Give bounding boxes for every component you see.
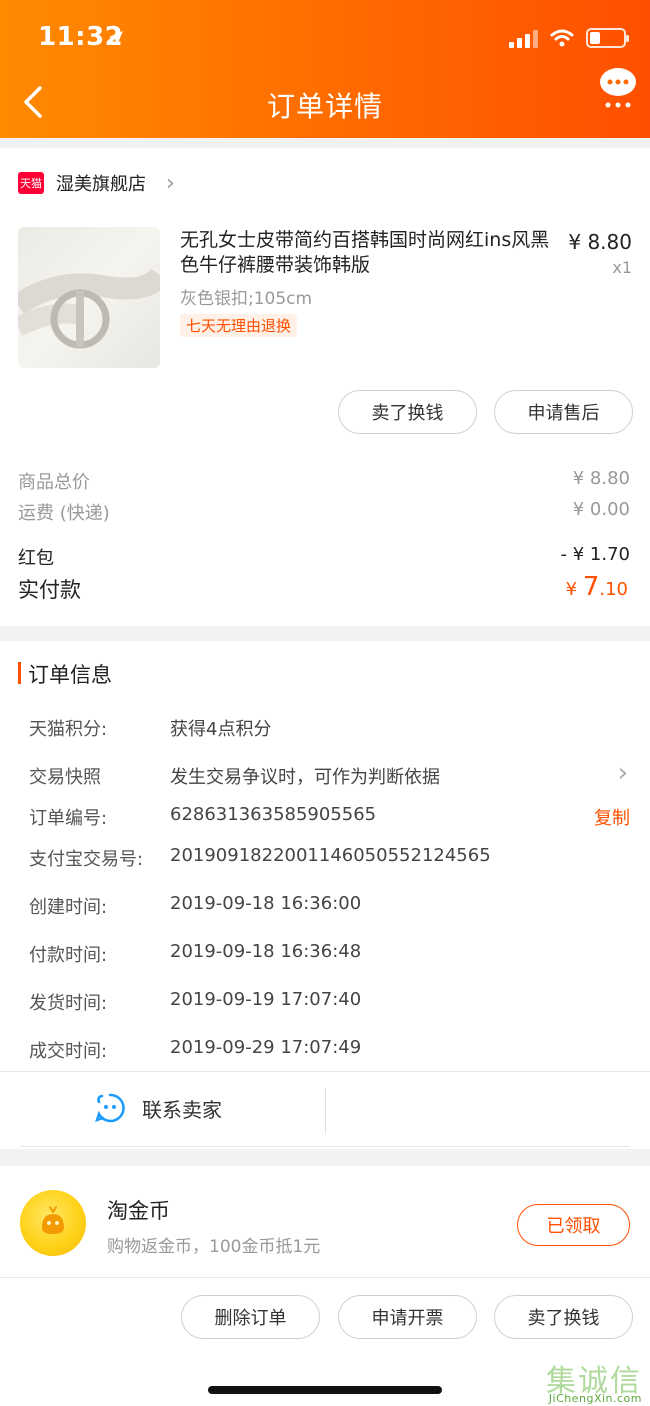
store-name: 湿美旗舰店 bbox=[56, 174, 146, 195]
wifi-icon bbox=[550, 29, 574, 47]
completed-time-value: 2019-09-29 17:07:49 bbox=[170, 1037, 362, 1058]
section-accent-bar bbox=[18, 662, 21, 684]
points-value: 获得4点积分 bbox=[170, 719, 272, 740]
belt-image bbox=[18, 267, 160, 349]
product-card bbox=[0, 148, 650, 626]
redpacket-value: - ¥ 1.70 bbox=[560, 544, 630, 565]
order-number-label: 订单编号: bbox=[29, 808, 108, 829]
battery-icon bbox=[586, 28, 629, 48]
contact-seller-label: 联系卖家 bbox=[142, 1097, 222, 1122]
created-time-value: 2019-09-18 16:36:00 bbox=[170, 893, 362, 914]
after-sale-button[interactable]: 申请售后 bbox=[494, 390, 633, 434]
page-title: 订单详情 bbox=[266, 90, 383, 123]
paid-label: 实付款 bbox=[18, 578, 81, 602]
alipay-number-label: 支付宝交易号: bbox=[29, 849, 144, 870]
shipped-time-label: 发货时间: bbox=[29, 993, 108, 1014]
chevron-right-icon: › bbox=[617, 758, 628, 788]
coin-mascot-icon bbox=[42, 1206, 64, 1234]
coin-icon bbox=[20, 1190, 86, 1256]
watermark-text: JiChengXin.com bbox=[548, 1392, 642, 1405]
divider bbox=[0, 1277, 650, 1278]
product-qty: x1 bbox=[612, 258, 632, 277]
delete-order-button[interactable]: 删除订单 bbox=[181, 1295, 320, 1339]
divider bbox=[0, 1071, 650, 1072]
return-policy-tag: 七天无理由退换 bbox=[180, 314, 298, 337]
created-time-label: 创建时间: bbox=[29, 897, 108, 918]
divider bbox=[20, 1146, 630, 1147]
sell-for-cash-button[interactable]: 卖了换钱 bbox=[494, 1295, 633, 1339]
copy-button[interactable]: 复制 bbox=[594, 804, 630, 830]
claimed-button[interactable]: 已领取 bbox=[517, 1204, 630, 1246]
home-indicator[interactable] bbox=[208, 1386, 442, 1394]
product-image[interactable] bbox=[18, 227, 160, 368]
tmall-badge: 天猫 bbox=[18, 172, 44, 194]
coins-subtitle: 购物返金币，100金币抵1元 bbox=[107, 1237, 321, 1257]
order-info-title: 订单信息 bbox=[28, 663, 112, 687]
signal-icon bbox=[509, 28, 538, 48]
order-number-value: 628631363585905565 bbox=[170, 804, 377, 825]
goods-total-label: 商品总价 bbox=[18, 472, 90, 493]
snapshot-value: 发生交易争议时，可作为判断依据 bbox=[170, 767, 440, 788]
shipped-time-value: 2019-09-19 17:07:40 bbox=[170, 989, 362, 1010]
redpacket-label: 红包 bbox=[18, 548, 54, 569]
contact-seller-button[interactable]: 联系卖家 bbox=[94, 1092, 222, 1124]
coins-title: 淘金币 bbox=[107, 1199, 170, 1223]
store-link[interactable]: 天猫 湿美旗舰店 › bbox=[18, 170, 175, 196]
completed-time-label: 成交时间: bbox=[29, 1041, 108, 1062]
shipping-value: ¥ 0.00 bbox=[572, 499, 630, 520]
chat-face-icon bbox=[95, 1093, 125, 1123]
shipping-label: 运费 (快递) bbox=[18, 503, 110, 524]
request-invoice-button[interactable]: 申请开票 bbox=[338, 1295, 477, 1339]
paid-value: ¥ 7.10 bbox=[565, 572, 628, 602]
chevron-right-icon: › bbox=[166, 170, 175, 196]
paid-time-label: 付款时间: bbox=[29, 945, 108, 966]
product-price: ¥ 8.80 bbox=[568, 230, 632, 254]
alipay-number-value: 2019091822001146050552124565 bbox=[170, 845, 491, 866]
divider bbox=[325, 1088, 326, 1134]
header-bar: 11:32 订单详情 bbox=[0, 0, 650, 138]
snapshot-label: 交易快照 bbox=[29, 767, 101, 788]
battery-level bbox=[590, 32, 600, 44]
sell-item-button[interactable]: 卖了换钱 bbox=[338, 390, 477, 434]
status-indicators bbox=[509, 28, 629, 48]
paid-time-value: 2019-09-18 16:36:48 bbox=[170, 941, 362, 962]
goods-total-value: ¥ 8.80 bbox=[572, 468, 630, 489]
product-title[interactable]: 无孔女士皮带简约百搭韩国时尚网红ins风黑色牛仔裤腰带装饰韩版 bbox=[180, 228, 550, 278]
location-arrow-icon bbox=[109, 31, 123, 45]
chat-bubble-icon[interactable] bbox=[598, 66, 638, 110]
product-spec: 灰色银扣;105cm bbox=[180, 289, 313, 309]
points-label: 天猫积分: bbox=[29, 719, 108, 740]
